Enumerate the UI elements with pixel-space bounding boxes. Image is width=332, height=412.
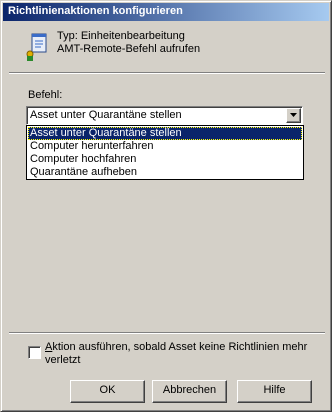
type-line: Typ: Einheitenbearbeitung xyxy=(57,30,185,42)
help-button[interactable]: Hilfe xyxy=(237,380,312,403)
action-line: AMT-Remote-Befehl aufrufen xyxy=(57,43,201,55)
separator xyxy=(9,332,325,334)
cancel-button[interactable]: Abbrechen xyxy=(152,380,227,403)
command-selected-value: Asset unter Quarantäne stellen xyxy=(30,109,182,121)
run-action-checkbox[interactable] xyxy=(28,346,41,359)
type-info: Typ: Einheitenbearbeitung AMT-Remote-Bef… xyxy=(57,30,200,56)
title-bar[interactable]: Richtlinienaktionen konfigurieren xyxy=(3,3,329,21)
option-quarantine[interactable]: Asset unter Quarantäne stellen xyxy=(28,127,302,140)
separator xyxy=(9,72,325,74)
command-combobox[interactable]: Asset unter Quarantäne stellen xyxy=(26,106,303,125)
command-label: Befehl: xyxy=(28,89,63,101)
policy-edit-icon xyxy=(26,33,47,61)
option-shutdown[interactable]: Computer herunterfahren xyxy=(28,140,302,153)
chevron-down-icon xyxy=(290,113,297,117)
command-dropdown-list: Asset unter Quarantäne stellen Computer … xyxy=(26,125,304,180)
dialog-window: Richtlinienaktionen konfigurieren Typ: E… xyxy=(0,0,332,412)
dropdown-button[interactable] xyxy=(286,108,301,123)
ok-button[interactable]: OK xyxy=(70,380,145,403)
run-action-label[interactable]: Aktion ausführen, sobald Asset keine Ric… xyxy=(45,341,315,367)
option-startup[interactable]: Computer hochfahren xyxy=(28,153,302,166)
run-action-label-text: ktion ausführen, sobald Asset keine Rich… xyxy=(45,341,308,366)
window-title: Richtlinienaktionen konfigurieren xyxy=(8,5,183,17)
option-unquarantine[interactable]: Quarantäne aufheben xyxy=(28,166,302,179)
